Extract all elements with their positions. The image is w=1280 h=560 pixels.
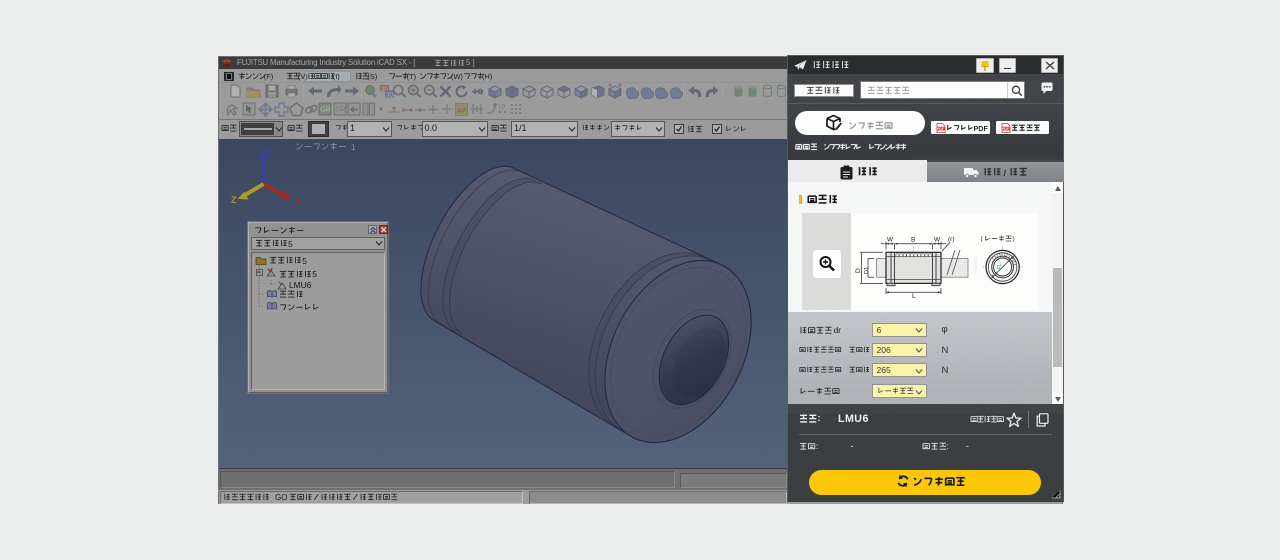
svg-text:W: W xyxy=(887,236,894,243)
svg-text:PDF: PDF xyxy=(1002,127,1009,131)
svg-text:PDF: PDF xyxy=(937,127,944,131)
svg-text:L: L xyxy=(912,293,916,300)
svg-text:W: W xyxy=(934,236,941,243)
svg-text:D1: D1 xyxy=(864,267,870,274)
svg-text:B: B xyxy=(911,236,915,243)
svg-text:(r): (r) xyxy=(948,236,955,243)
svg-text:D: D xyxy=(855,268,862,273)
